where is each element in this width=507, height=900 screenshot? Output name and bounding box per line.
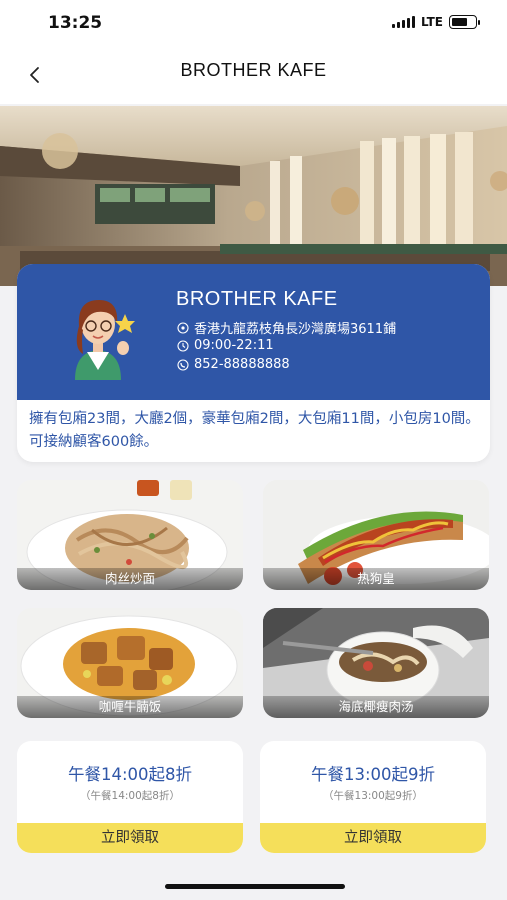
banner-image <box>0 106 507 286</box>
nav-bar: BROTHER KAFE <box>0 48 507 104</box>
coupon-card: 午餐13:00起9折 （午餐13:00起9折） 立即領取 <box>260 741 486 853</box>
coupon-title: 午餐13:00起9折 <box>310 765 436 784</box>
store-hours-text: 09:00-22:11 <box>194 338 274 353</box>
avatar <box>75 300 135 380</box>
status-bar: 13:25 LTE <box>0 0 507 48</box>
coupon-subtitle: （午餐14:00起8折） <box>80 790 180 802</box>
coupon-title: 午餐14:00起8折 <box>67 765 193 784</box>
store-phone-text[interactable]: 852-88888888 <box>194 357 290 372</box>
store-info-header: BROTHER KAFE 香港九龍荔枝角長沙灣廣場3611鋪 09:00-22:… <box>17 264 490 400</box>
dish-name: 咖喱牛腩饭 <box>17 696 243 718</box>
dish-card[interactable]: 咖喱牛腩饭 <box>17 608 243 718</box>
dish-name: 肉丝炒面 <box>17 568 243 590</box>
coupon-subtitle: （午餐13:00起9折） <box>323 790 423 802</box>
store-address: 香港九龍荔枝角長沙灣廣場3611鋪 <box>177 318 396 337</box>
claim-coupon-button[interactable]: 立即領取 <box>260 823 486 853</box>
store-description: 擁有包廂23間，大廳2個，豪華包廂2間，大包廂11間，小包房10間。 可接納顧客… <box>29 411 480 450</box>
store-phone[interactable]: 852-88888888 <box>177 357 290 372</box>
status-time: 13:25 <box>48 13 103 33</box>
claim-coupon-button[interactable]: 立即領取 <box>17 823 243 853</box>
status-icons: LTE <box>391 15 480 29</box>
home-indicator <box>165 884 345 889</box>
store-address-text: 香港九龍荔枝角長沙灣廣場3611鋪 <box>194 322 397 337</box>
store-hours: 09:00-22:11 <box>177 338 274 353</box>
network-label: LTE <box>420 15 443 29</box>
store-info-card: BROTHER KAFE 香港九龍荔枝角長沙灣廣場3611鋪 09:00-22:… <box>17 264 490 462</box>
location-icon <box>177 321 189 334</box>
dish-card[interactable]: 热狗皇 <box>263 480 489 590</box>
store-name: BROTHER KAFE <box>176 288 338 310</box>
dish-name: 热狗皇 <box>263 568 489 590</box>
page-title: BROTHER KAFE <box>180 60 327 80</box>
coupon-card: 午餐14:00起8折 （午餐14:00起8折） 立即領取 <box>17 741 243 853</box>
clock-icon <box>177 339 189 352</box>
battery-icon <box>449 15 480 29</box>
phone-icon <box>177 358 189 371</box>
dish-card[interactable]: 海底椰瘦肉汤 <box>263 608 489 718</box>
dish-name: 海底椰瘦肉汤 <box>263 696 489 718</box>
dish-card[interactable]: 肉丝炒面 <box>17 480 243 590</box>
signal-icon <box>391 16 415 28</box>
